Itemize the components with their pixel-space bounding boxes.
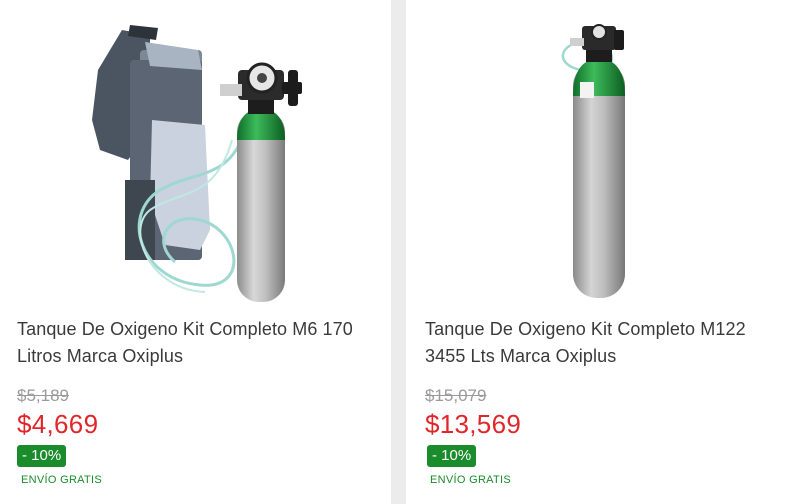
product-title[interactable]: Tanque De Oxigeno Kit Completo M122 3455… [425, 316, 786, 370]
discount-badge: - 10% [17, 445, 67, 467]
current-price: $13,569 [425, 409, 522, 439]
product-title-line1[interactable]: Tanque De Oxigeno Kit Completo M122 [425, 319, 746, 339]
product-image-oxygen-kit-m122[interactable] [406, 0, 800, 305]
product-title-line2[interactable]: 3455 Lts Marca Oxiplus [425, 346, 616, 366]
discount-badge: - 10% [427, 445, 477, 467]
original-price: $5,189 [17, 386, 69, 405]
free-shipping-label: ENVÍO GRATIS [430, 474, 512, 486]
product-title-line1[interactable]: Tanque De Oxigeno Kit Completo M6 170 [17, 319, 353, 339]
product-card-oxygen-kit-m6[interactable]: Tanque De Oxigeno Kit Completo M6 170 Li… [0, 0, 391, 504]
free-shipping-label: ENVÍO GRATIS [21, 474, 103, 486]
product-card-oxygen-kit-m122[interactable]: Tanque De Oxigeno Kit Completo M122 3455… [406, 0, 800, 504]
product-title[interactable]: Tanque De Oxigeno Kit Completo M6 170 Li… [17, 316, 377, 370]
current-price: $4,669 [17, 409, 99, 439]
original-price: $15,079 [425, 386, 487, 405]
product-image-oxygen-kit-m6[interactable] [0, 0, 391, 305]
product-title-line2[interactable]: Litros Marca Oxiplus [17, 346, 183, 366]
